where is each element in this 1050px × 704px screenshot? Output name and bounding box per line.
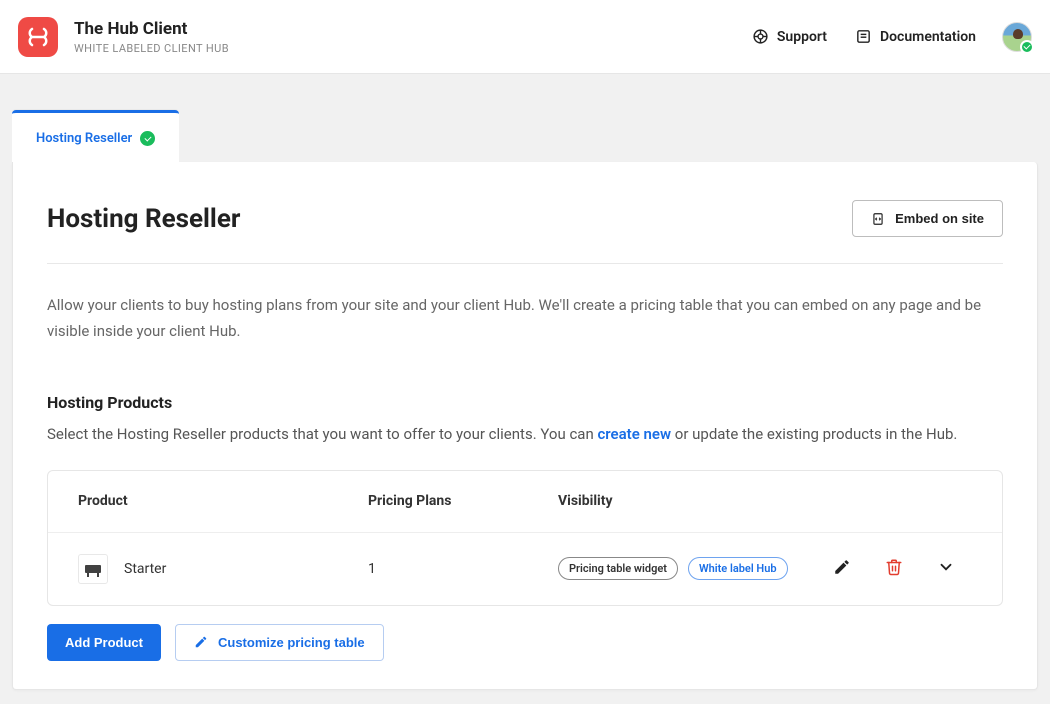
trash-icon (885, 558, 903, 580)
divider (47, 263, 1003, 264)
products-section-desc: Select the Hosting Reseller products tha… (47, 422, 1003, 446)
chevron-down-icon (937, 558, 955, 580)
documentation-label: Documentation (880, 29, 976, 45)
check-icon (140, 131, 155, 146)
create-new-link[interactable]: create new (597, 425, 671, 443)
intro-text: Allow your clients to buy hosting plans … (47, 292, 1003, 345)
tab-hosting-reseller[interactable]: Hosting Reseller (12, 110, 179, 162)
tab-strip: Hosting Reseller (12, 110, 1038, 162)
support-icon (752, 28, 769, 45)
product-name: Starter (124, 561, 166, 577)
products-table: Product Pricing Plans Visibility Starter… (47, 470, 1003, 606)
visibility-pills: Pricing table widget White label Hub (558, 557, 816, 580)
embed-icon (871, 212, 885, 226)
support-link[interactable]: Support (752, 28, 827, 45)
pencil-icon (833, 558, 851, 580)
user-avatar[interactable] (1002, 22, 1032, 52)
product-icon (78, 554, 108, 584)
app-logo (18, 17, 58, 57)
product-plans: 1 (368, 561, 558, 577)
documentation-link[interactable]: Documentation (855, 28, 976, 45)
main-panel: Hosting Reseller Embed on site Allow you… (12, 162, 1038, 690)
col-visibility: Visibility (558, 493, 816, 509)
app-title: The Hub Client (74, 19, 229, 39)
edit-button[interactable] (816, 558, 868, 580)
documentation-icon (855, 28, 872, 45)
app-subtitle: WHITE LABELED CLIENT HUB (74, 42, 229, 55)
delete-button[interactable] (868, 558, 920, 580)
pencil-icon (194, 635, 208, 649)
table-row: Starter 1 Pricing table widget White lab… (48, 533, 1002, 605)
support-label: Support (777, 29, 827, 45)
pill-pricing-widget: Pricing table widget (558, 557, 678, 580)
table-header: Product Pricing Plans Visibility (48, 471, 1002, 533)
page-title: Hosting Reseller (47, 204, 240, 234)
tab-label: Hosting Reseller (36, 131, 132, 146)
customize-pricing-table-button[interactable]: Customize pricing table (175, 624, 384, 661)
top-bar: The Hub Client WHITE LABELED CLIENT HUB … (0, 0, 1050, 74)
title-block: The Hub Client WHITE LABELED CLIENT HUB (74, 19, 229, 55)
col-product: Product (78, 493, 368, 509)
status-badge-icon (1020, 40, 1034, 54)
products-section-title: Hosting Products (47, 393, 1003, 412)
pill-white-label: White label Hub (688, 557, 788, 580)
expand-button[interactable] (920, 558, 972, 580)
customize-button-label: Customize pricing table (218, 635, 365, 650)
embed-on-site-button[interactable]: Embed on site (852, 200, 1003, 237)
add-product-button[interactable]: Add Product (47, 624, 161, 661)
embed-button-label: Embed on site (895, 211, 984, 226)
col-pricing-plans: Pricing Plans (368, 493, 558, 509)
